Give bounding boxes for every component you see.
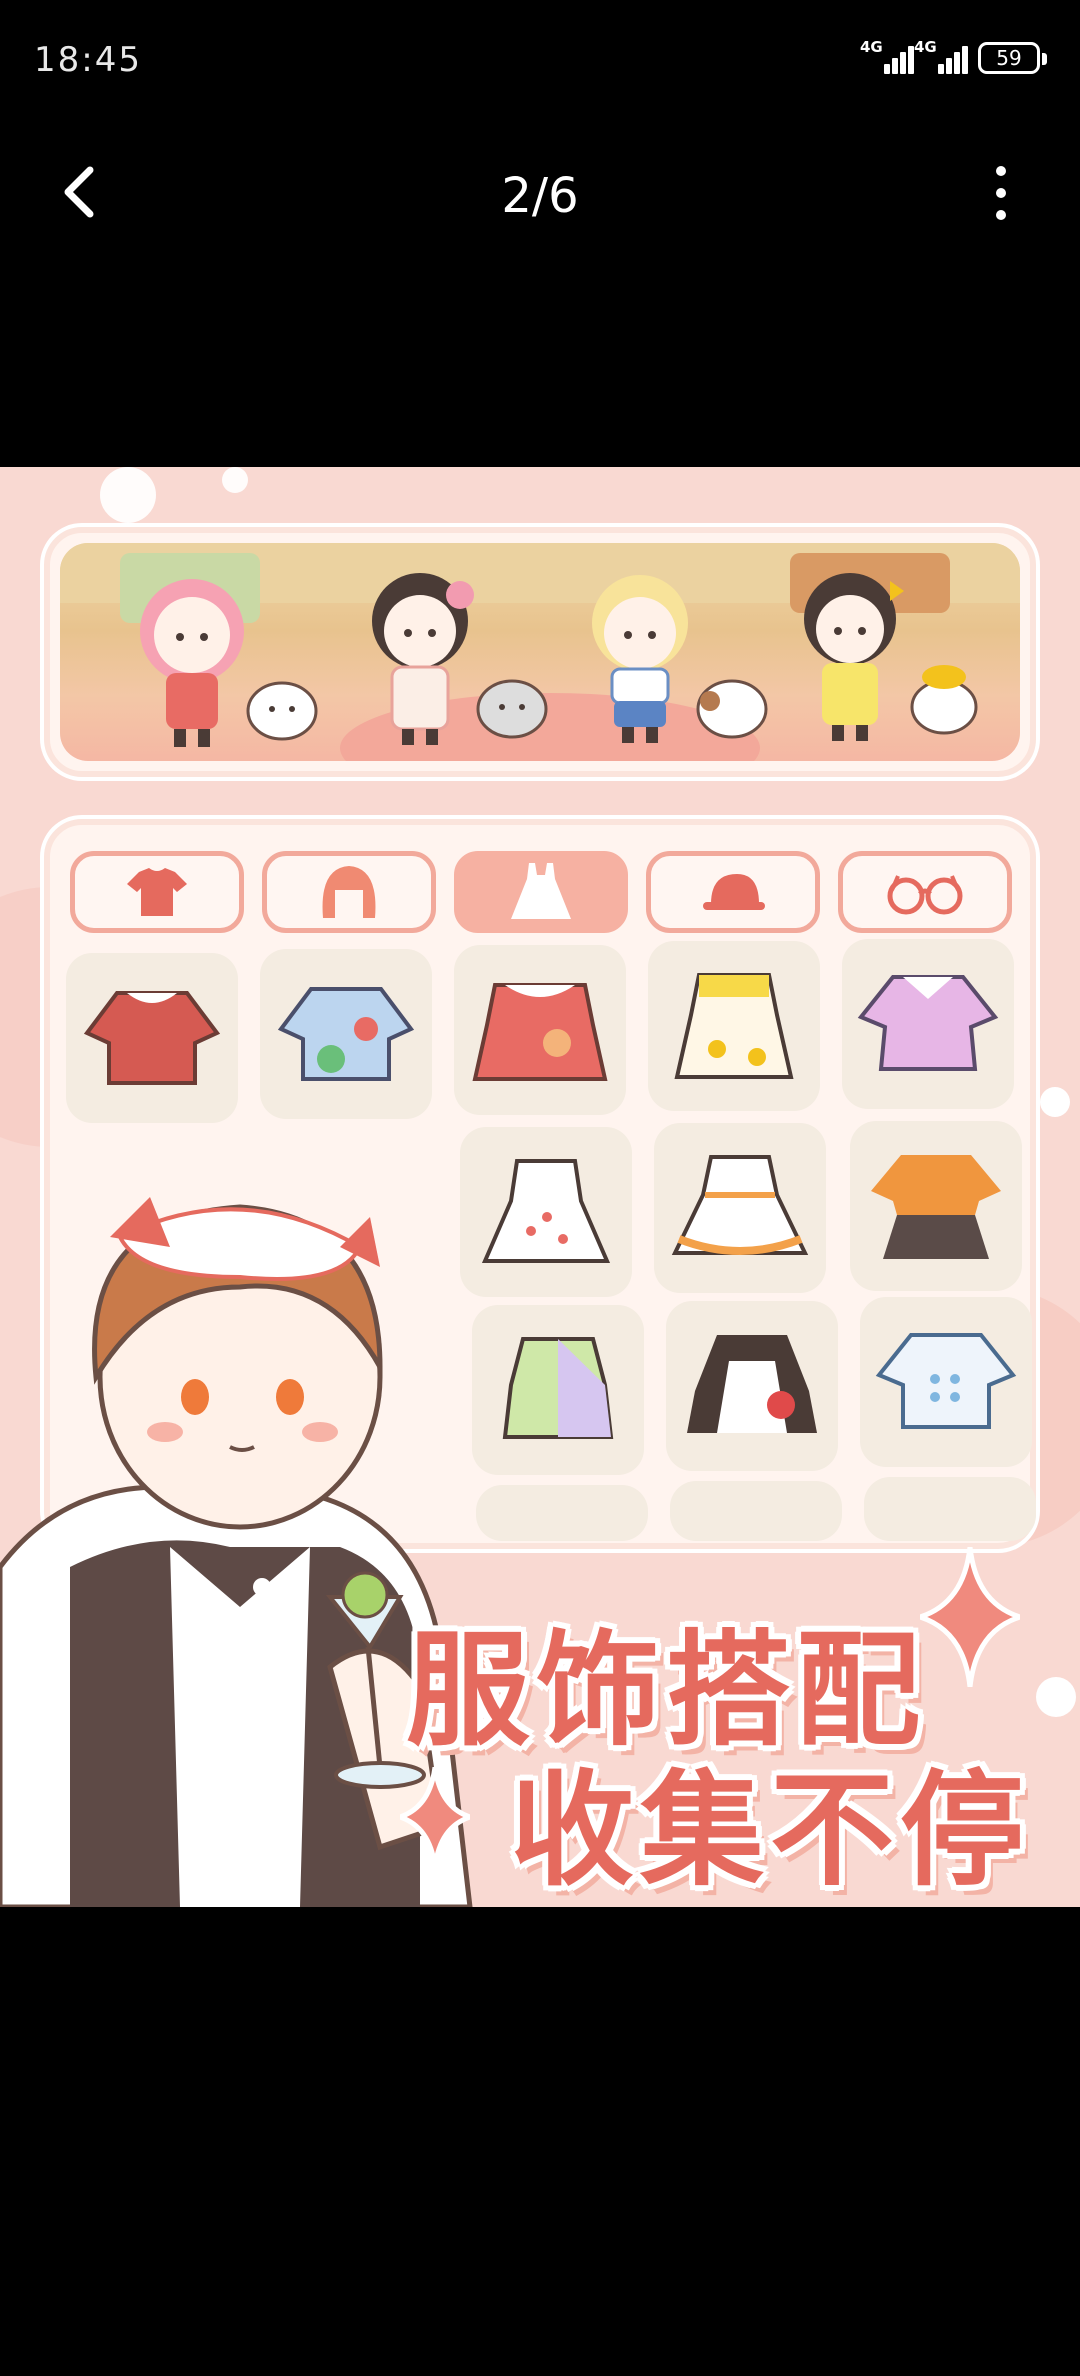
sparkle-icon <box>400 1767 470 1867</box>
dress-icon <box>511 863 571 919</box>
tab-glasses[interactable] <box>838 851 1012 933</box>
shirt-icon <box>127 868 187 916</box>
decor-bubble <box>1036 1677 1076 1717</box>
sparkle-icon <box>920 1547 1020 1687</box>
signal-icon: 4G <box>860 38 916 78</box>
chibi-character-blonde <box>592 575 768 743</box>
outfit-item[interactable] <box>850 1121 1022 1291</box>
outfit-item[interactable] <box>454 945 626 1115</box>
red-dress-icon <box>83 991 221 1085</box>
maid-dress-icon <box>687 1335 817 1433</box>
status-time: 18:45 <box>34 40 142 80</box>
screen: 18:45 4G 4G 59 2/6 服饰搭配 收集不停 <box>0 0 1080 2376</box>
orange-ruffle-dress-icon <box>671 1155 809 1255</box>
chibi-character-brown <box>372 573 548 745</box>
pink-pinafore-icon <box>472 983 608 1081</box>
blue-dot-blouse-icon <box>875 1333 1017 1429</box>
hair-icon <box>322 866 376 918</box>
patchwork-top-icon <box>277 987 415 1081</box>
chibi-character-pink <box>140 579 318 747</box>
chibi-character-yellow-dress <box>804 573 978 741</box>
status-bar: 18:45 4G 4G 59 <box>0 0 1080 120</box>
glasses-icon <box>887 875 963 915</box>
more-options-button[interactable] <box>976 160 1026 224</box>
characters-showcase <box>44 527 1036 777</box>
battery-icon: 59 <box>978 42 1047 74</box>
headline-line-2: 收集不停 <box>510 1759 1031 1903</box>
outfit-item[interactable] <box>864 1477 1036 1541</box>
lemon-dress-icon <box>674 973 794 1079</box>
outfit-item[interactable] <box>666 1301 838 1471</box>
outfit-item[interactable] <box>842 939 1014 1109</box>
outfit-item[interactable] <box>648 941 820 1111</box>
promo-image[interactable]: 服饰搭配 收集不停 <box>0 467 1080 1907</box>
viewer-toolbar: 2/6 <box>0 140 1080 250</box>
tab-hair[interactable] <box>262 851 436 933</box>
orange-top-black-skirt-icon <box>871 1155 1001 1259</box>
decor-bubble <box>1040 1087 1070 1117</box>
lilac-sailor-dress-icon <box>857 975 999 1071</box>
decor-bubble <box>100 467 156 523</box>
outfit-item[interactable] <box>66 953 238 1123</box>
outfit-item[interactable] <box>260 949 432 1119</box>
decor-bubble <box>222 467 248 493</box>
tab-hats[interactable] <box>646 851 820 933</box>
page-counter: 2/6 <box>501 168 579 224</box>
hat-icon <box>703 874 765 910</box>
more-vertical-icon <box>996 166 1006 176</box>
tab-dresses[interactable] <box>454 851 628 933</box>
outfit-item[interactable] <box>654 1123 826 1293</box>
tab-tops[interactable] <box>70 851 244 933</box>
outfit-item[interactable] <box>670 1481 842 1541</box>
signal-icon: 4G <box>914 38 970 78</box>
outfit-item[interactable] <box>860 1297 1032 1467</box>
